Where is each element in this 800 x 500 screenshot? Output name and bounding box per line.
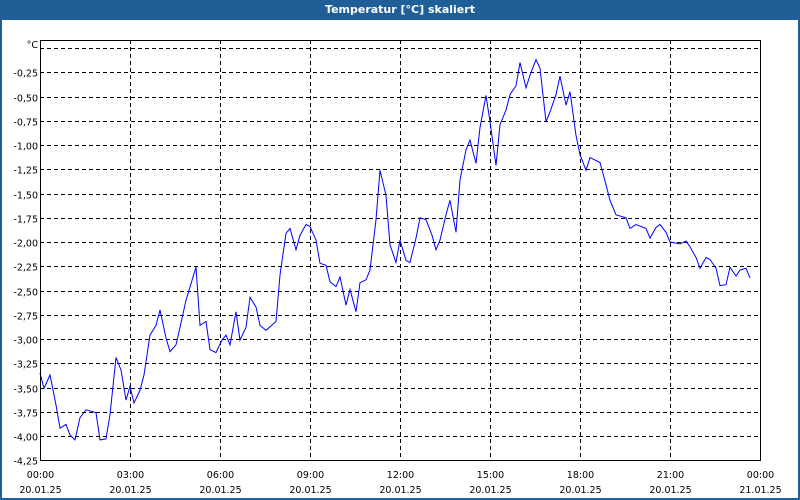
- x-tick-date: 20.01.25: [199, 485, 241, 496]
- temperature-chart: °C -0,25 -0,50 -0,75 -1,00 -1,25 -1,50 -1,75 -2…: [13, 40, 782, 497]
- y-tick-label: -1,50: [13, 191, 38, 202]
- x-tick-date: 20.01.25: [469, 485, 511, 496]
- axis-labels: -0,25 -0,50 -0,75 -1,00 -1,25 -1,50 -1,75 -2,00…: [13, 69, 781, 497]
- y-tick-label: -4,25: [13, 457, 38, 468]
- x-tick-time: 06:00: [207, 470, 234, 481]
- y-tick-label: -3,25: [13, 360, 38, 371]
- x-tick-date: 20.01.25: [109, 485, 151, 496]
- x-tick-date: 21.01.25: [739, 485, 781, 496]
- x-tick-date: 20.01.25: [649, 485, 691, 496]
- x-tick-time: 00:00: [747, 470, 774, 481]
- temperature-line: [39, 58, 751, 441]
- x-tick-time: 09:00: [297, 470, 324, 481]
- y-tick-label: -3,50: [13, 385, 38, 396]
- x-tick-date: 20.01.25: [379, 485, 421, 496]
- y-tick-label: -1,25: [13, 166, 38, 177]
- x-tick-time: 00:00: [27, 470, 54, 481]
- y-tick-label: -1,00: [13, 142, 38, 153]
- y-tick-label: -2,25: [13, 263, 38, 274]
- y-tick-label: -2,75: [13, 312, 38, 323]
- y-tick-label: -2,50: [13, 288, 38, 299]
- x-tick-date: 20.01.25: [289, 485, 331, 496]
- x-tick-time: 12:00: [387, 470, 414, 481]
- y-axis-unit-label: °C: [27, 40, 39, 51]
- y-tick-label: -3,75: [13, 409, 38, 420]
- x-tick-time: 15:00: [477, 470, 504, 481]
- x-tick-time: 18:00: [567, 470, 594, 481]
- y-tick-label: -1,75: [13, 215, 38, 226]
- x-tick-time: 21:00: [657, 470, 684, 481]
- y-tick-label: -0,75: [13, 118, 38, 129]
- y-tick-label: -3,00: [13, 336, 38, 347]
- y-tick-label: -0,25: [13, 69, 38, 80]
- y-tick-label: -0,50: [13, 94, 38, 105]
- x-tick-time: 03:00: [117, 470, 144, 481]
- x-tick-date: 20.01.25: [19, 485, 61, 496]
- x-tick-date: 20.01.25: [559, 485, 601, 496]
- y-tick-label: -4,00: [13, 433, 38, 444]
- y-tick-label: -2,00: [13, 239, 38, 250]
- grid: [40, 40, 760, 461]
